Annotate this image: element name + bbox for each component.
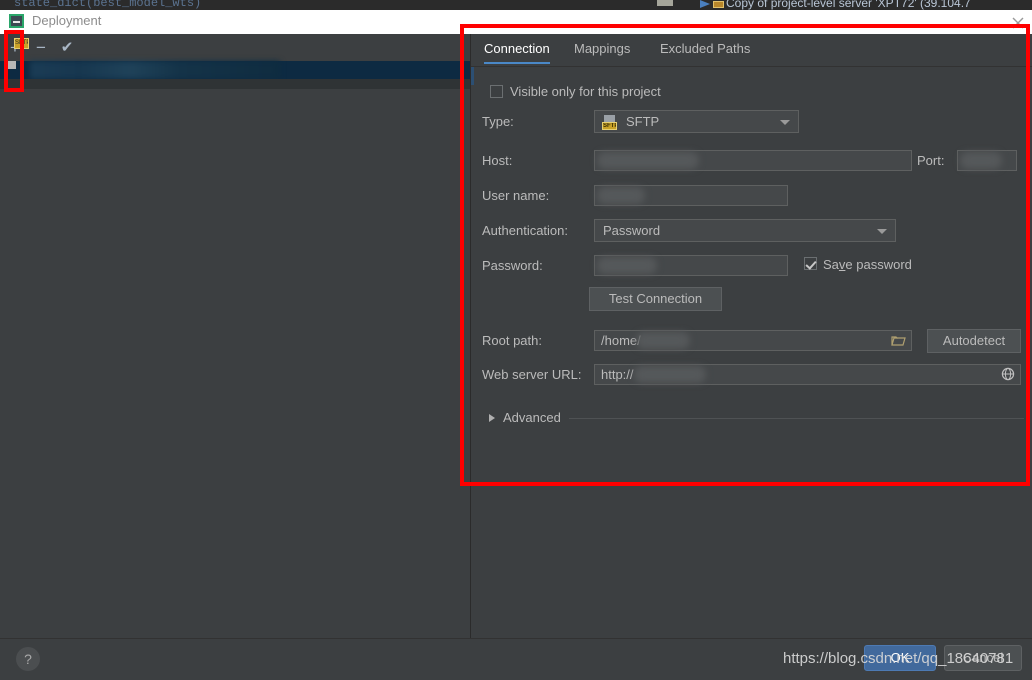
save-password-label: Save password bbox=[823, 257, 912, 272]
remove-server-button[interactable]: − bbox=[31, 38, 51, 58]
visible-only-checkbox[interactable] bbox=[490, 85, 503, 98]
tab-connection[interactable]: Connection bbox=[484, 41, 550, 64]
server-list-toolbar: + − ✔ bbox=[0, 34, 470, 61]
web-server-url-label: Web server URL: bbox=[482, 367, 582, 382]
advanced-divider bbox=[569, 418, 1024, 419]
deployment-icon bbox=[9, 14, 24, 28]
password-label: Password: bbox=[482, 258, 543, 273]
tab-mappings[interactable]: Mappings bbox=[574, 41, 630, 64]
password-redaction bbox=[597, 257, 657, 274]
run-arrow-icon bbox=[700, 0, 710, 8]
sftp-badge-label: SFTP bbox=[602, 122, 617, 130]
server-list-item-selected[interactable] bbox=[0, 61, 470, 79]
background-tab-title: Copy of project-level server 'XPT72' (39… bbox=[726, 0, 971, 10]
folder-icon[interactable] bbox=[891, 335, 906, 347]
authentication-value: Password bbox=[603, 223, 661, 238]
autodetect-button[interactable]: Autodetect bbox=[927, 329, 1021, 353]
host-redaction bbox=[597, 152, 699, 169]
sftp-badge-icon bbox=[713, 1, 724, 8]
server-name-redacted bbox=[30, 61, 280, 79]
type-combo[interactable]: SFTP SFTP bbox=[594, 110, 799, 133]
save-password-checkbox[interactable] bbox=[804, 257, 817, 270]
user-name-label: User name: bbox=[482, 188, 550, 203]
list-indent-marker bbox=[8, 61, 16, 69]
visible-only-label: Visible only for this project bbox=[510, 84, 661, 99]
test-connection-button[interactable]: Test Connection bbox=[589, 287, 722, 311]
save-password-label-before: Sa bbox=[823, 257, 839, 272]
port-redaction bbox=[960, 152, 1002, 169]
sftp-icon: SFTP bbox=[14, 38, 29, 49]
chevron-down-icon bbox=[780, 120, 790, 125]
close-icon[interactable] bbox=[1011, 16, 1025, 30]
globe-icon[interactable] bbox=[1001, 367, 1015, 381]
background-code-text: state_dict(best_model_wts) bbox=[14, 0, 202, 10]
connection-settings-pane: Connection Mappings Excluded Paths Visib… bbox=[471, 34, 1032, 638]
tab-excluded-paths[interactable]: Excluded Paths bbox=[660, 41, 750, 64]
advanced-label[interactable]: Advanced bbox=[503, 410, 561, 425]
chevron-down-icon bbox=[877, 229, 887, 234]
help-button[interactable]: ? bbox=[16, 647, 40, 671]
cancel-button[interactable]: Cancel bbox=[944, 645, 1022, 671]
port-label: Port: bbox=[917, 153, 945, 168]
sftp-icon: SFTP bbox=[602, 115, 618, 130]
web-server-url-redaction bbox=[634, 366, 706, 383]
server-list-body bbox=[0, 79, 470, 89]
chevron-right-icon[interactable] bbox=[489, 414, 495, 422]
save-password-label-after: e password bbox=[845, 257, 912, 272]
root-path-label: Root path: bbox=[482, 333, 542, 348]
server-list-panel: + − ✔ SFTP bbox=[0, 34, 471, 638]
background-ide-strip: state_dict(best_model_wts) Copy of proje… bbox=[0, 0, 1032, 10]
type-label: Type: bbox=[482, 114, 514, 129]
deployment-dialog-window: state_dict(best_model_wts) Copy of proje… bbox=[0, 0, 1032, 680]
window-title-bar: Deployment bbox=[0, 10, 1032, 34]
authentication-combo[interactable]: Password bbox=[594, 219, 896, 242]
root-path-redaction bbox=[636, 332, 690, 349]
set-default-button[interactable]: ✔ bbox=[57, 38, 77, 58]
user-name-redaction bbox=[597, 187, 645, 204]
connection-form: Visible only for this project Type: SFTP… bbox=[471, 66, 1032, 486]
host-label: Host: bbox=[482, 153, 513, 168]
advanced-section-header[interactable]: Advanced bbox=[489, 410, 1024, 426]
window-title: Deployment bbox=[32, 13, 102, 28]
background-toolbar-chip bbox=[657, 0, 673, 6]
settings-tabs: Connection Mappings Excluded Paths bbox=[471, 34, 1032, 67]
type-value: SFTP bbox=[626, 114, 660, 129]
authentication-label: Authentication: bbox=[482, 223, 569, 238]
ok-button[interactable]: OK bbox=[864, 645, 936, 671]
